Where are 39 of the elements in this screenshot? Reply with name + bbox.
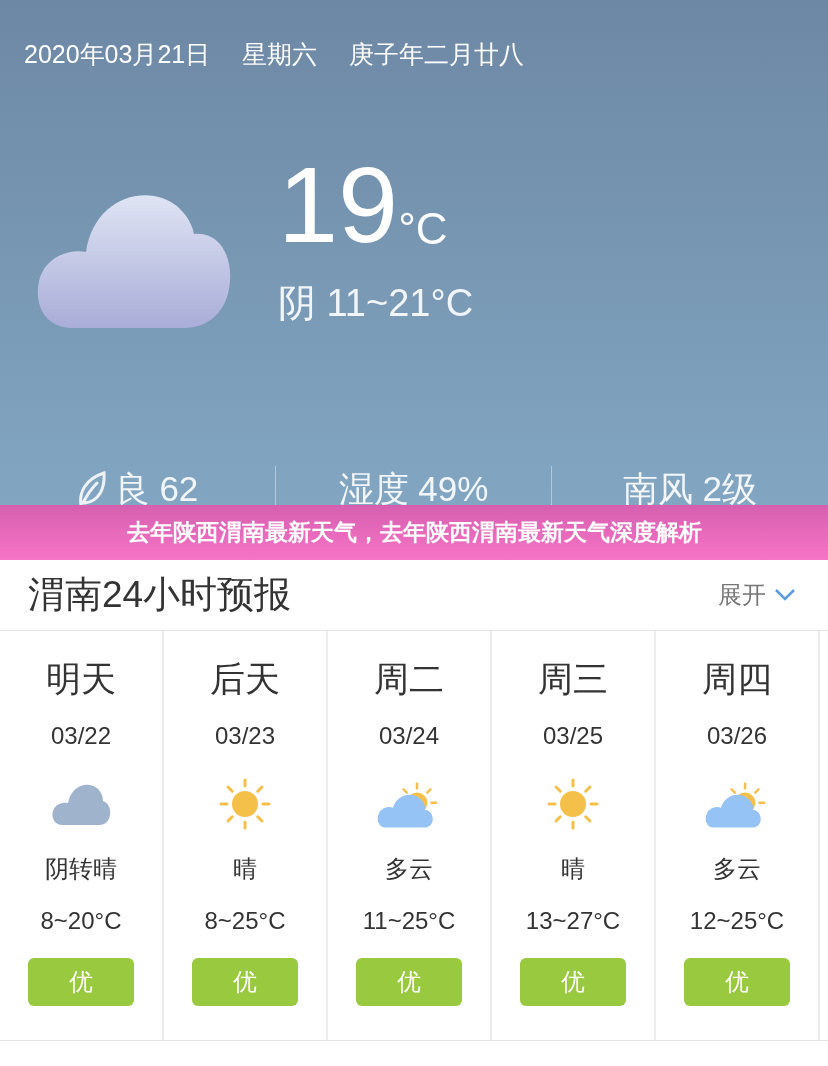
air-quality-badge: 优 [192,958,298,1006]
forecast-title: 渭南24小时预报 [28,573,292,618]
leaf-icon [76,471,107,507]
cloud-icon [51,782,111,826]
weather-summary: 阴 11~21°C [278,280,474,326]
date-text: 03/23 [214,721,276,751]
chevron-down-icon [774,588,796,602]
sun-icon [545,776,601,832]
condition-text: 多云 [385,854,433,884]
air-quality-badge: 优 [356,958,462,1006]
day-label: 明天 [46,658,116,700]
lunar-date-text: 庚子年二月廿八 [349,39,525,70]
air-quality-badge: 优 [684,958,790,1006]
date-text: 2020年03月21日 [24,39,211,70]
temperature-range: 11~25°C [362,906,456,936]
temperature-range: 8~20°C [40,906,122,936]
temperature-unit: °C [398,206,448,251]
day-label: 后天 [210,658,280,700]
air-quality-badge: 优 [520,958,626,1006]
condition-text: 阴转晴 [45,854,117,884]
condition-text: 晴 [561,854,585,884]
title-banner: 去年陕西渭南最新天气，去年陕西渭南最新天气深度解析 [0,505,828,560]
condition-text: 多云 [713,854,761,884]
temperature-text: 19 [278,150,399,259]
date-text: 03/26 [706,721,768,751]
day-label: 周二 [374,658,444,700]
weekday-text: 星期六 [242,39,318,70]
temperature-range: 8~25°C [204,906,286,936]
condition-text: 晴 [233,854,257,884]
day-label: 周三 [538,658,608,700]
temperature-range: 12~25°C [689,906,785,936]
expand-button[interactable]: 展开 [718,577,796,613]
date-text: 03/22 [50,721,112,751]
day-label: 周四 [702,658,772,700]
date-text: 03/25 [542,721,604,751]
temperature-range: 13~27°C [525,906,621,936]
date-text: 03/24 [378,721,440,751]
air-quality-badge: 优 [28,958,134,1006]
sun-icon [217,776,273,832]
